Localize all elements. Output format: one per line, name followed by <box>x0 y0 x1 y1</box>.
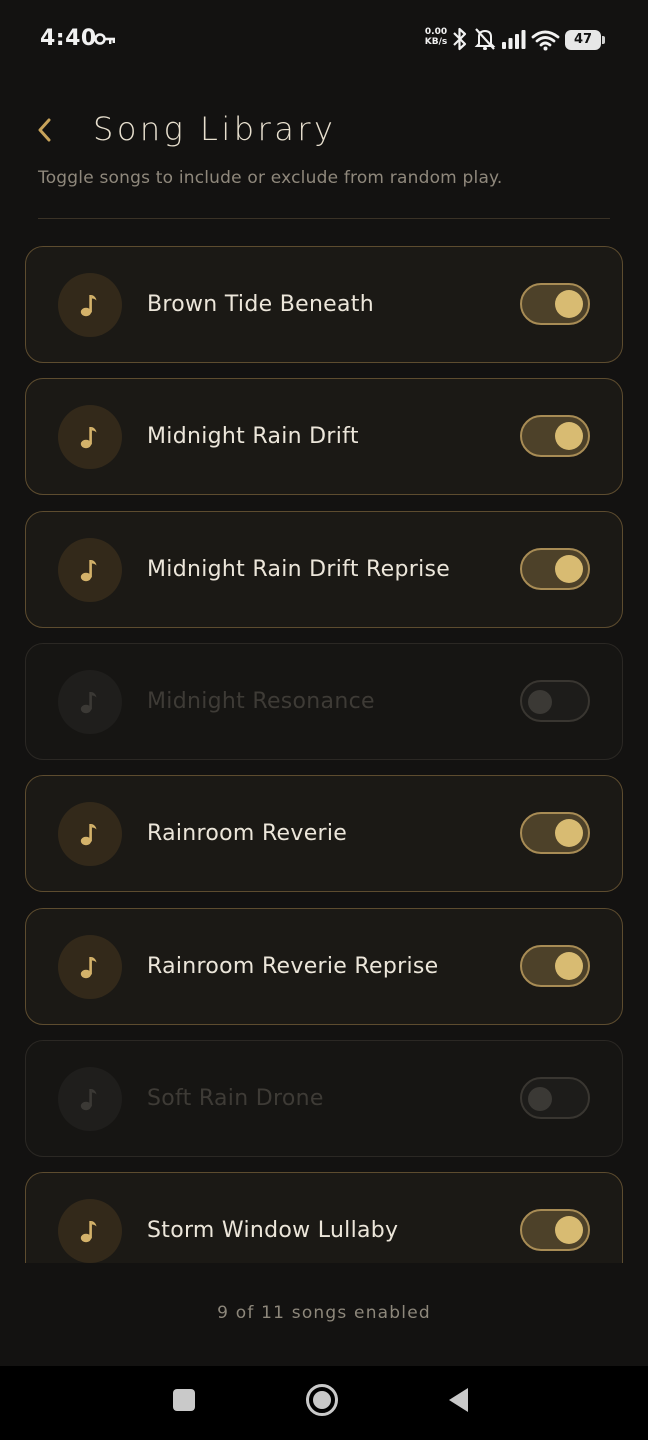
song-enabled-toggle[interactable] <box>520 1076 590 1119</box>
song-enabled-toggle[interactable] <box>520 415 590 458</box>
chevron-left-icon[interactable] <box>30 114 60 148</box>
page-title: Song Library <box>93 110 337 148</box>
battery-icon: 47 <box>565 30 605 50</box>
net-speed-value: 0.00 <box>424 27 448 37</box>
music-note-icon <box>80 1221 97 1243</box>
song-title: Soft Rain Drone <box>147 1085 324 1111</box>
song-title: Midnight Rain Drift <box>147 424 359 450</box>
song-title: Midnight Rain Drift Reprise <box>147 556 451 582</box>
song-enabled-toggle[interactable] <box>520 679 590 722</box>
song-title: Storm Window Lullaby <box>147 1218 399 1244</box>
toggle-knob <box>528 689 552 714</box>
bell-off-icon <box>474 28 496 50</box>
toggle-knob <box>555 422 583 451</box>
back-triangle-icon[interactable] <box>446 1386 472 1414</box>
music-note-icon <box>80 691 97 714</box>
song-avatar <box>58 934 122 999</box>
signal-icon <box>502 30 526 49</box>
recents-square-icon[interactable] <box>172 1388 196 1412</box>
song-title: Brown Tide Beneath <box>147 292 374 317</box>
song-title: Rainroom Reverie <box>147 821 348 847</box>
net-speed: 0.00 KB/s <box>421 27 451 47</box>
song-row[interactable]: Storm Window Lullaby <box>25 1172 623 1263</box>
song-avatar <box>58 1199 122 1263</box>
toggle-knob <box>555 1216 583 1245</box>
key-icon <box>94 33 115 45</box>
status-bar: 4:40 0.00 KB/s 47 <box>0 0 648 80</box>
song-title: Rainroom Reverie Reprise <box>147 953 439 979</box>
song-enabled-toggle[interactable] <box>520 1209 590 1252</box>
song-row[interactable]: Brown Tide Beneath <box>25 246 623 363</box>
wifi-icon <box>531 30 560 51</box>
music-note-icon <box>80 824 97 846</box>
music-note-icon <box>80 1088 97 1110</box>
toggle-knob <box>555 951 583 980</box>
song-enabled-toggle[interactable] <box>520 944 590 987</box>
song-row[interactable]: Rainroom Reverie <box>25 775 623 893</box>
song-avatar <box>58 1066 122 1131</box>
song-title: Midnight Resonance <box>147 688 375 714</box>
system-nav-bar <box>0 1366 648 1440</box>
music-note-icon <box>80 427 97 449</box>
toggle-knob <box>555 819 583 848</box>
home-circle-icon[interactable] <box>304 1382 340 1418</box>
song-row[interactable]: Soft Rain Drone <box>25 1039 623 1157</box>
song-avatar <box>58 669 122 734</box>
toggle-knob <box>555 290 583 318</box>
song-avatar <box>58 273 122 337</box>
song-row[interactable]: Midnight Rain Drift <box>25 378 623 496</box>
music-note-icon <box>80 559 97 581</box>
toggle-knob <box>555 554 583 583</box>
status-time: 4:40 <box>40 26 97 51</box>
song-row[interactable]: Midnight Resonance <box>25 642 623 760</box>
header-divider <box>38 218 610 219</box>
song-avatar <box>58 405 122 470</box>
song-row[interactable]: Midnight Rain Drift Reprise <box>25 510 623 628</box>
song-enabled-toggle[interactable] <box>520 547 590 590</box>
song-row[interactable]: Rainroom Reverie Reprise <box>25 907 623 1025</box>
song-enabled-toggle[interactable] <box>520 812 590 855</box>
page-subtitle: Toggle songs to include or exclude from … <box>38 168 503 188</box>
songs-enabled-count: 9 of 11 songs enabled <box>217 1303 431 1323</box>
music-note-icon <box>80 956 97 978</box>
song-avatar <box>58 802 122 867</box>
song-enabled-toggle[interactable] <box>520 283 590 325</box>
song-avatar <box>58 537 122 602</box>
music-note-icon <box>80 295 97 317</box>
bluetooth-icon <box>453 27 467 51</box>
song-list[interactable]: Brown Tide Beneath Midnight Rain Drift Mid… <box>0 240 648 1263</box>
net-speed-unit: KB/s <box>424 37 448 47</box>
toggle-knob <box>528 1086 552 1111</box>
